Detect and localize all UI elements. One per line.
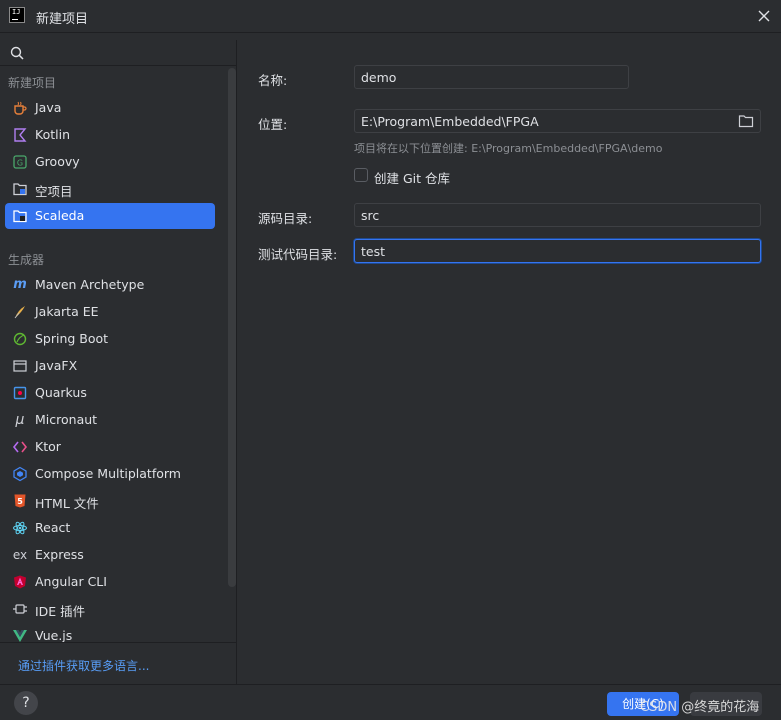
- csdn-watermark: CSDN @终竟的花海: [640, 700, 760, 715]
- close-icon: [758, 10, 770, 22]
- browse-folder-button[interactable]: [738, 114, 754, 128]
- sidebar-item-vuejs[interactable]: Vue.js: [5, 623, 215, 642]
- sidebar-item-ide-plugin[interactable]: IDE 插件: [5, 596, 215, 622]
- create-git-repo-checkbox[interactable]: [354, 168, 368, 182]
- html5-icon: 5: [12, 493, 28, 509]
- dialog-footer: ? 创建(C) CSDN @终竟的花海: [0, 684, 781, 720]
- sidebar-item-label: Micronaut: [35, 412, 98, 427]
- sidebar-item-label: Kotlin: [35, 127, 70, 142]
- sidebar-scrollbar[interactable]: [228, 68, 236, 587]
- java-icon: [12, 100, 28, 116]
- sidebar-item-groovy[interactable]: G Groovy: [5, 149, 215, 175]
- window-title: 新建项目: [36, 12, 89, 27]
- sidebar-item-angular-cli[interactable]: Angular CLI: [5, 569, 215, 595]
- sidebar-item-maven-archetype[interactable]: m Maven Archetype: [5, 272, 215, 298]
- ktor-icon: [12, 439, 28, 455]
- svg-text:5: 5: [17, 497, 23, 506]
- kotlin-icon: [12, 127, 28, 143]
- search-icon: [10, 46, 24, 60]
- sidebar-item-label: Vue.js: [35, 628, 73, 642]
- sidebar-item-label: Express: [35, 547, 84, 562]
- folder-icon: [738, 115, 754, 128]
- sidebar-item-label: HTML 文件: [35, 496, 99, 511]
- source-dir-input[interactable]: [361, 204, 726, 226]
- sidebar-item-react[interactable]: React: [5, 515, 215, 541]
- test-dir-input[interactable]: [361, 240, 726, 262]
- empty-project-icon: [12, 181, 28, 197]
- plugins-link-area: 通过插件获取更多语言...: [0, 642, 237, 684]
- project-settings-form: 名称: 位置: 项目将在以下位置创建: E:\Program\Embedded\…: [238, 40, 781, 684]
- sidebar-item-label: Groovy: [35, 154, 80, 169]
- name-label: 名称:: [258, 73, 288, 88]
- plugin-icon: [12, 601, 28, 617]
- test-dir-field[interactable]: [354, 239, 761, 263]
- sidebar-item-label: Jakarta EE: [35, 304, 99, 319]
- location-field[interactable]: [354, 109, 761, 133]
- compose-icon: [12, 466, 28, 482]
- search-bar: [0, 40, 237, 66]
- sidebar-item-label: React: [35, 520, 71, 535]
- vue-icon: [12, 628, 28, 642]
- spring-icon: [12, 331, 28, 347]
- angular-icon: [12, 574, 28, 590]
- get-more-languages-link[interactable]: 通过插件获取更多语言...: [18, 657, 149, 674]
- sidebar-item-ktor[interactable]: Ktor: [5, 434, 215, 460]
- sidebar-item-scaleda[interactable]: Scaleda: [5, 203, 215, 229]
- sidebar-item-empty-project[interactable]: 空项目: [5, 176, 215, 202]
- group-label-generators: 生成器: [8, 253, 45, 267]
- sidebar-item-label: Ktor: [35, 439, 61, 454]
- close-button[interactable]: [753, 5, 775, 27]
- group-label-new-project: 新建项目: [8, 76, 57, 90]
- sidebar-item-html[interactable]: 5 HTML 文件: [5, 488, 215, 514]
- location-hint: 项目将在以下位置创建: E:\Program\Embedded\FPGA\dem…: [354, 142, 663, 155]
- sidebar-item-label: JavaFX: [35, 358, 78, 373]
- react-icon: [12, 520, 28, 536]
- sidebar-item-micronaut[interactable]: μ Micronaut: [5, 407, 215, 433]
- source-dir-field[interactable]: [354, 203, 761, 227]
- location-input[interactable]: [361, 110, 726, 132]
- location-label: 位置:: [258, 117, 288, 132]
- sidebar-item-label: Quarkus: [35, 385, 87, 400]
- name-field[interactable]: [354, 65, 629, 89]
- micronaut-icon: μ: [15, 412, 25, 428]
- test-dir-label: 测试代码目录:: [258, 247, 338, 262]
- jakarta-icon: [12, 304, 28, 320]
- sidebar-item-label: Maven Archetype: [35, 277, 145, 292]
- svg-text:G: G: [17, 159, 23, 168]
- sidebar-item-label: IDE 插件: [35, 604, 86, 619]
- sidebar-item-jakarta-ee[interactable]: Jakarta EE: [5, 299, 215, 325]
- create-git-repo-label: 创建 Git 仓库: [374, 171, 451, 186]
- name-input[interactable]: [361, 66, 607, 88]
- sidebar-item-java[interactable]: Java: [5, 95, 215, 121]
- sidebar-item-compose-multiplatform[interactable]: Compose Multiplatform: [5, 461, 215, 487]
- search-input[interactable]: [28, 43, 228, 63]
- groovy-icon: G: [12, 154, 28, 170]
- sidebar-item-express[interactable]: ex Express: [5, 542, 215, 568]
- sidebar-item-kotlin[interactable]: Kotlin: [5, 122, 215, 148]
- sidebar-item-label: Angular CLI: [35, 574, 107, 589]
- project-type-sidebar: 新建项目 Java Kotlin G Groovy 空项目 Scaleda 生成…: [0, 40, 237, 642]
- intellij-logo-icon: IJ: [9, 7, 25, 23]
- sidebar-item-label: Scaleda: [35, 208, 85, 223]
- source-dir-label: 源码目录:: [258, 211, 313, 226]
- sidebar-item-javafx[interactable]: JavaFX: [5, 353, 215, 379]
- scaleda-icon: [12, 208, 28, 224]
- quarkus-icon: [12, 385, 28, 401]
- title-bar: IJ 新建项目: [0, 0, 781, 33]
- logo-text: IJ: [12, 8, 21, 16]
- maven-icon: m: [13, 277, 27, 292]
- javafx-icon: [12, 358, 28, 374]
- sidebar-item-label: Spring Boot: [35, 331, 109, 346]
- help-button[interactable]: ?: [14, 691, 38, 715]
- sidebar-item-label: 空项目: [35, 184, 73, 199]
- sidebar-item-label: Compose Multiplatform: [35, 466, 181, 481]
- express-icon: ex: [12, 548, 28, 562]
- sidebar-item-spring-boot[interactable]: Spring Boot: [5, 326, 215, 352]
- sidebar-item-label: Java: [35, 100, 62, 115]
- sidebar-item-quarkus[interactable]: Quarkus: [5, 380, 215, 406]
